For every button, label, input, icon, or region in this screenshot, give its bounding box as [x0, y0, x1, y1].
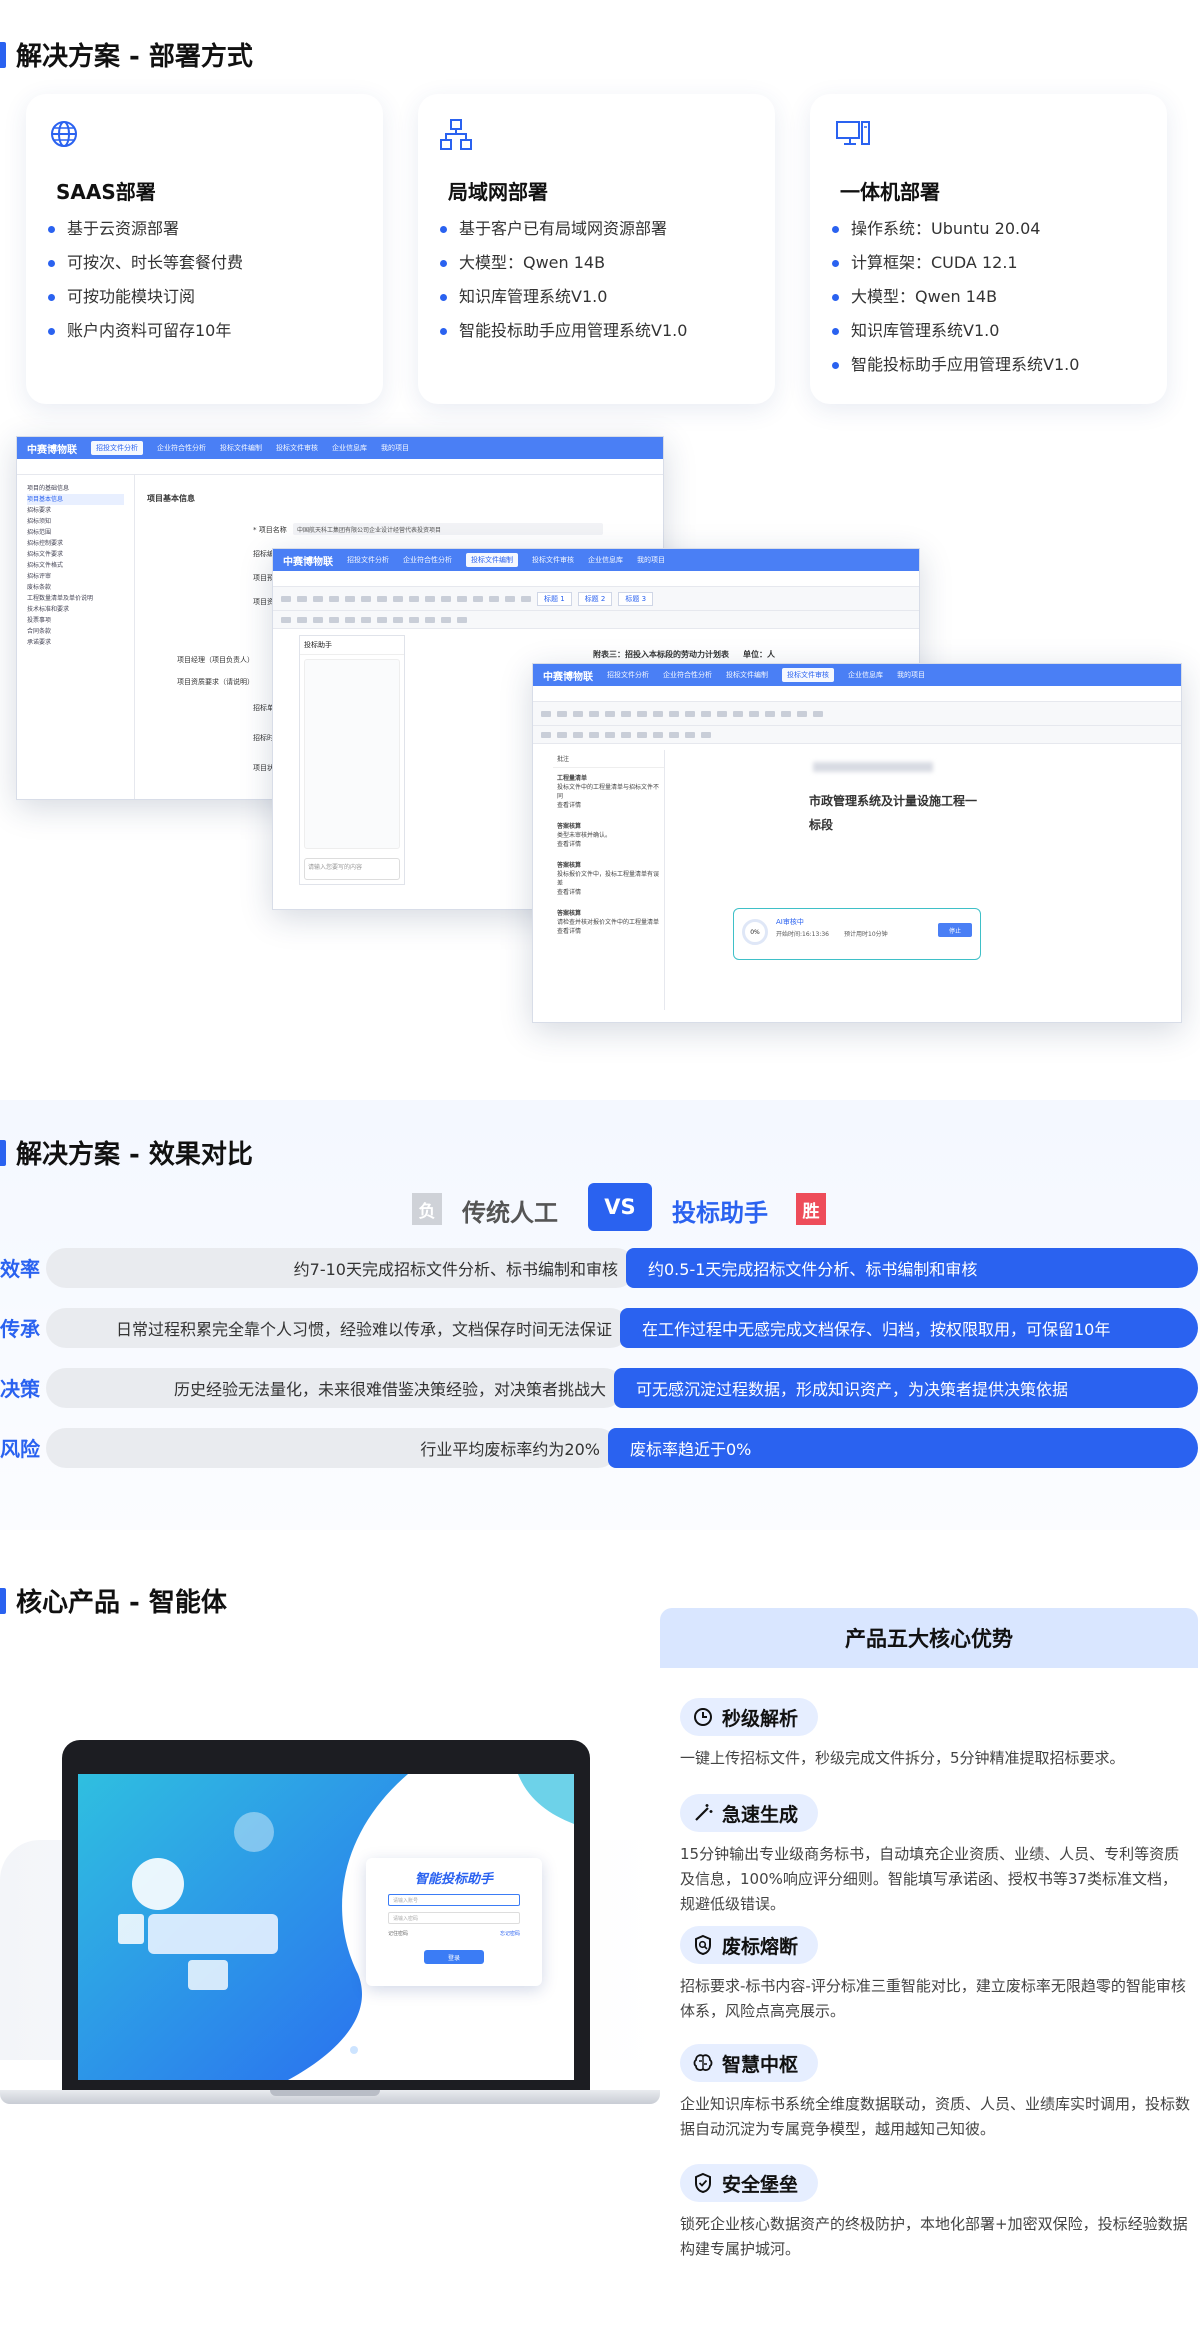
screenshot-bid-review: 中赛博物联 招投文件分析 企业符合性分析 投标文件编制 投标文件审核 企业信息库… [532, 663, 1182, 1023]
assistant-panel: 投标助手 请输入您要写的内容 [299, 635, 405, 885]
login-screen: 智能投标助手 请输入账号 请输入密码 记住密码 忘记密码 登录 [78, 1774, 574, 2080]
advantages-panel: 产品五大核心优势 秒级解析 一键上传招标文件，秒级完成文件拆分，5分钟精准提取招… [660, 1608, 1198, 2338]
card-item: 可按次、时长等套餐付费 [48, 246, 243, 280]
menu-item[interactable]: 投标文件编制 [726, 670, 768, 680]
card-appliance: 一体机部署 操作系统：Ubuntu 20.04 计算框架：CUDA 12.1 大… [810, 94, 1167, 404]
section-title-product: 核心产品 - 智能体 [0, 1582, 227, 1619]
card-title: 一体机部署 [840, 180, 940, 204]
ai-review-progress: 0% AI审核中 开始时间:16:13:36 预计用时10分钟 停止 [733, 908, 981, 960]
card-item: 大模型：Qwen 14B [440, 246, 687, 280]
advantage-pill: 秒级解析 [680, 1698, 819, 1736]
menu-item[interactable]: 企业符合性分析 [663, 670, 712, 680]
card-item: 知识库管理系统V1.0 [440, 280, 687, 314]
breadcrumb [273, 571, 919, 587]
menu-item[interactable]: 我的项目 [381, 443, 409, 453]
menu-item[interactable]: 投标文件审核 [532, 555, 574, 565]
comment-item: 答案核算 类型未审核并确认。 查看详情 [557, 823, 612, 848]
globe-icon [51, 121, 77, 147]
menu-item[interactable]: 招投文件分析 [607, 670, 649, 680]
comment-panel: 批注 工程量清单 投标文件中的工程量清单与招标文件不同 查看详情 答案核算 类型未审核… [553, 750, 665, 1010]
comment-item: 工程量清单 投标文件中的工程量清单与招标文件不同 查看详情 [557, 775, 660, 809]
menu-item[interactable]: 企业信息库 [332, 443, 367, 453]
menu-item[interactable]: 投标文件审核 [782, 668, 834, 682]
menu-item[interactable]: 企业信息库 [848, 670, 883, 680]
editor-toolbar [533, 702, 1181, 726]
remember-checkbox[interactable]: 记住密码 [388, 1930, 408, 1937]
breadcrumb [17, 459, 663, 475]
compare-row-inheritance: 传承 日常过程积累完全靠个人习惯，经验难以传承，文档保存时间无法保证 在工作过程… [0, 1308, 1200, 1348]
menu-item[interactable]: 我的项目 [637, 555, 665, 565]
network-icon [440, 119, 472, 150]
advantage-pill: 废标熔断 [680, 1926, 819, 1964]
card-item: 基于云资源部署 [48, 212, 243, 246]
breadcrumb [533, 686, 1181, 702]
stop-button[interactable]: 停止 [938, 923, 972, 937]
assistant-input[interactable]: 请输入您要写的内容 [304, 858, 400, 880]
forgot-link[interactable]: 忘记密码 [500, 1930, 520, 1937]
compare-row-risk: 风险 行业平均废标率约为20% 废标率趋近于0% [0, 1428, 1200, 1468]
menu-item[interactable]: 投标文件编制 [466, 553, 518, 567]
menu-item[interactable]: 投标文件审核 [276, 443, 318, 453]
outline-sidebar: 项目的基础信息 项目基本信息 招标要求 招标须知 招标范围 招标控制要求 招标文… [17, 475, 135, 799]
advantage-pill: 智慧中枢 [680, 2044, 819, 2082]
laptop-mockup: 智能投标助手 请输入账号 请输入密码 记住密码 忘记密码 登录 [0, 1740, 660, 2160]
win-badge: 胜 [796, 1193, 826, 1225]
editor-toolbar: 标题 1 标题 2 标题 3 [273, 587, 919, 611]
section-title-deploy: 解决方案 - 部署方式 [0, 36, 253, 73]
menu-item[interactable]: 招投文件分析 [347, 555, 389, 565]
card-saas: SAAS部署 基于云资源部署 可按次、时长等套餐付费 可按功能模块订阅 账户内资… [26, 94, 383, 404]
login-button[interactable]: 登录 [424, 1950, 484, 1964]
menu-item[interactable]: 投标文件编制 [220, 443, 262, 453]
menu-item[interactable]: 企业符合性分析 [157, 443, 206, 453]
computer-icon [836, 121, 870, 145]
advantage-pill: 急速生成 [680, 1794, 819, 1832]
shield-check-icon [695, 2172, 711, 2194]
brain-icon [693, 2054, 713, 2071]
card-item: 账户内资料可留存10年 [48, 314, 243, 348]
menu-item[interactable]: 招投文件分析 [91, 441, 143, 455]
compare-row-efficiency: 效率 约7-10天完成招标文件分析、标书编制和审核 约0.5-1天完成招标文件分… [0, 1248, 1200, 1288]
compare-header: 负 传统人工 VS 投标助手 胜 [0, 1183, 1200, 1233]
menu-item[interactable]: 我的项目 [897, 670, 925, 680]
username-input[interactable]: 请输入账号 [388, 1894, 520, 1906]
card-item: 智能投标助手应用管理系统V1.0 [832, 348, 1079, 382]
login-card: 智能投标助手 请输入账号 请输入密码 记住密码 忘记密码 登录 [366, 1858, 542, 1986]
card-title: SAAS部署 [56, 180, 156, 204]
menu-item[interactable]: 企业信息库 [588, 555, 623, 565]
shield-search-icon [695, 1934, 711, 1956]
card-item: 大模型：Qwen 14B [832, 280, 1079, 314]
card-item: 智能投标助手应用管理系统V1.0 [440, 314, 687, 348]
card-title: 局域网部署 [448, 180, 548, 204]
card-item: 基于客户已有局域网资源部署 [440, 212, 687, 246]
clock-icon [694, 1708, 712, 1726]
compare-row-decision: 决策 历史经验无法量化，未来很难借鉴决策经验，对决策者挑战大 可无感沉淀过程数据… [0, 1368, 1200, 1408]
card-item: 计算框架：CUDA 12.1 [832, 246, 1079, 280]
card-item: 可按功能模块订阅 [48, 280, 243, 314]
password-input[interactable]: 请输入密码 [388, 1912, 520, 1924]
comment-item: 答案核算 投标报价文件中，投标工程量清单有误差 查看详情 [557, 862, 660, 896]
advantage-pill: 安全堡垒 [680, 2164, 819, 2202]
comment-item: 答案核算 请检查并核对报价文件中的工程量清单 查看详情 [557, 910, 660, 935]
lose-badge: 负 [412, 1193, 442, 1225]
vs-badge: VS [588, 1183, 652, 1231]
card-lan: 局域网部署 基于客户已有局域网资源部署 大模型：Qwen 14B 知识库管理系统… [418, 94, 775, 404]
menu-item[interactable]: 企业符合性分析 [403, 555, 452, 565]
section-title-compare: 解决方案 - 效果对比 [0, 1134, 253, 1171]
card-item: 知识库管理系统V1.0 [832, 314, 1079, 348]
magic-wand-icon [695, 1804, 713, 1821]
card-item: 操作系统：Ubuntu 20.04 [832, 212, 1079, 246]
